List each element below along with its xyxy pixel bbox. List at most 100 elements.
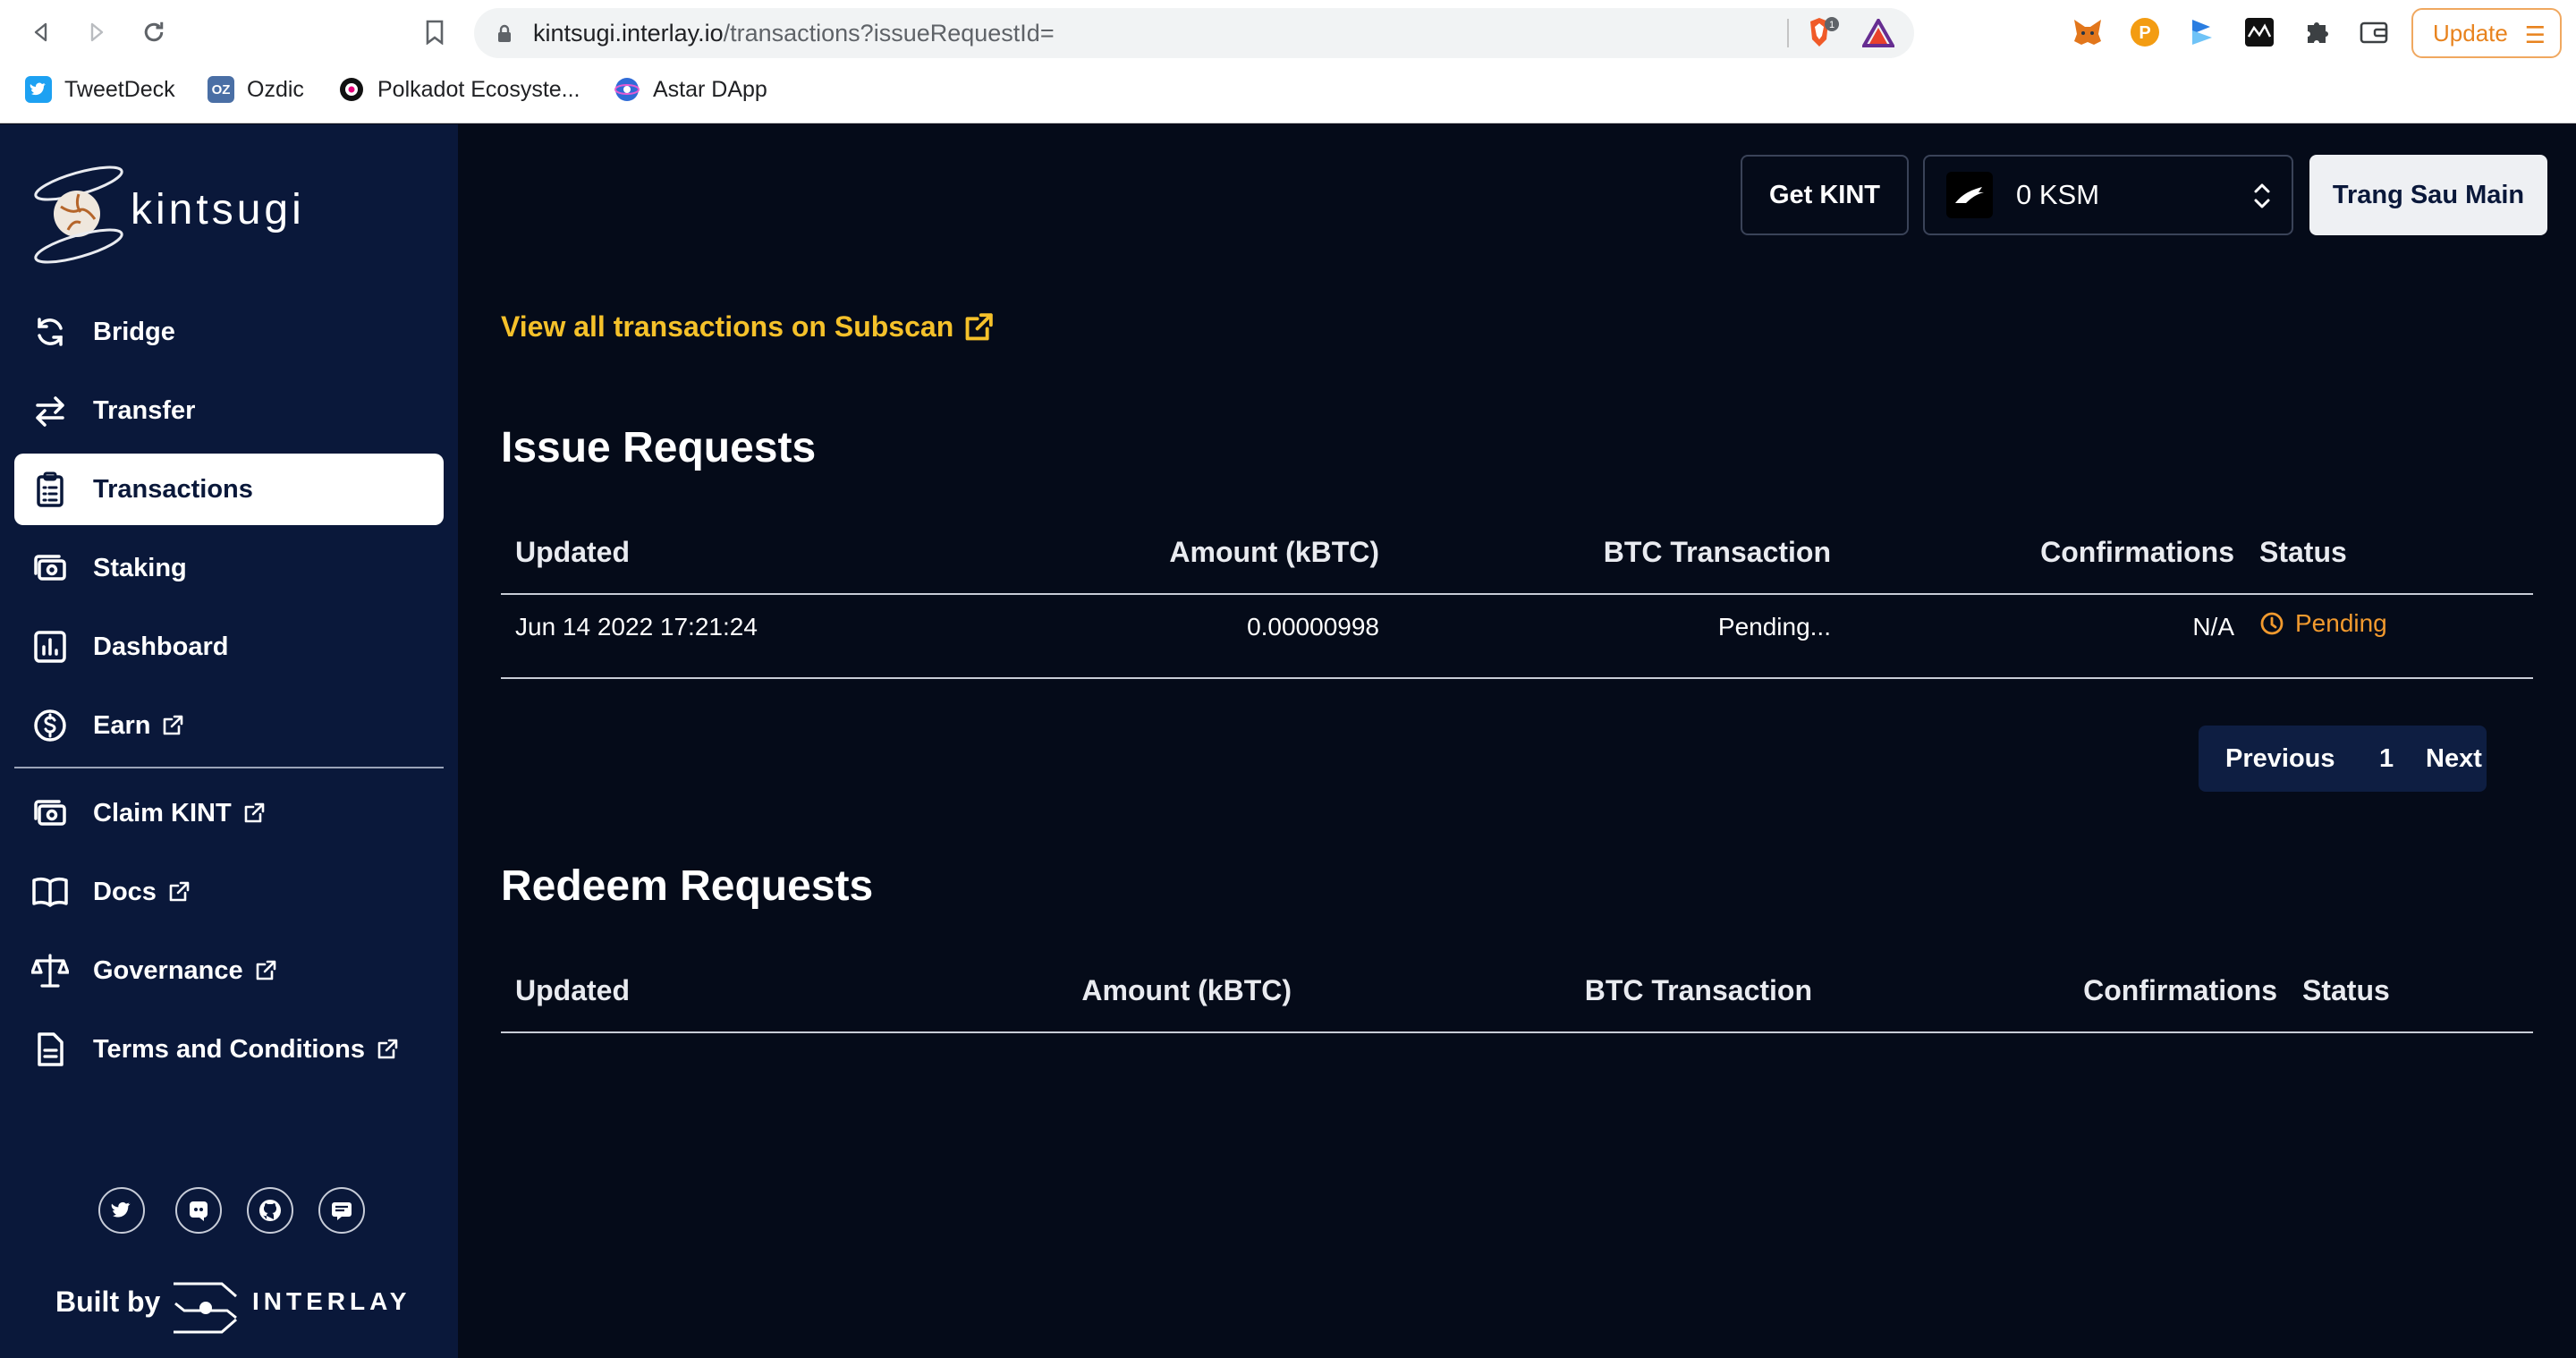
column-header-updated: Updated	[515, 974, 630, 1006]
discord-icon[interactable]	[175, 1187, 222, 1234]
transfer-icon	[30, 391, 70, 430]
chevron-updown-icon	[2252, 180, 2272, 219]
column-header-btc-transaction: BTC Transaction	[1603, 536, 1831, 568]
bookmark-polkadot[interactable]: Polkadot Ecosyste...	[338, 72, 580, 107]
brave-rewards-icon[interactable]	[1860, 16, 1896, 52]
url-host: kintsugi.interlay.io	[533, 20, 724, 47]
table-header-divider	[501, 1031, 2533, 1033]
clipboard-icon	[30, 470, 70, 509]
flag-extension-icon[interactable]	[2184, 14, 2220, 50]
column-header-confirmations: Confirmations	[2083, 974, 2277, 1006]
logo-text: kintsugi	[131, 186, 305, 233]
nav-staking[interactable]: Staking	[14, 532, 444, 604]
nav-divider	[14, 767, 444, 768]
svg-text:P: P	[2139, 23, 2150, 43]
column-header-confirmations: Confirmations	[2040, 536, 2234, 568]
book-icon	[30, 872, 70, 912]
lock-icon	[496, 23, 513, 47]
cell-confirmations: N/A	[2192, 613, 2234, 641]
bookmark-label: Ozdic	[247, 76, 304, 102]
address-bar[interactable]: kintsugi.interlay.io/transactions?issueR…	[474, 8, 1914, 58]
bookmark-label: Polkadot Ecosyste...	[377, 76, 580, 102]
nav-transfer[interactable]: Transfer	[14, 375, 444, 446]
dollar-icon	[30, 706, 70, 745]
browser-chrome: kintsugi.interlay.io/transactions?issueR…	[0, 0, 2576, 123]
nav-label: Claim KINT	[93, 798, 232, 828]
balance-value: 0 KSM	[2016, 179, 2100, 210]
redeem-requests-table: Updated Amount (kBTC) BTC Transaction Co…	[501, 974, 2533, 1082]
ksm-icon	[1946, 172, 1993, 218]
wave-extension-icon[interactable]	[2241, 14, 2277, 50]
metamask-icon[interactable]	[2070, 14, 2106, 50]
built-by-text: Built by	[55, 1286, 161, 1318]
external-link-icon	[242, 802, 266, 825]
status-badge: Pending	[2259, 609, 2387, 638]
puzzle-icon[interactable]	[2299, 14, 2334, 50]
external-link-icon	[254, 959, 277, 982]
subscan-link[interactable]: View all transactions on Subscan	[501, 310, 995, 344]
update-label: Update	[2433, 19, 2508, 47]
update-button[interactable]: Update ☰	[2411, 8, 2562, 58]
nav-label: Transfer	[93, 395, 196, 425]
redeem-requests-title: Redeem Requests	[501, 862, 874, 910]
nav-bridge[interactable]: Bridge	[14, 296, 444, 368]
bookmark-ozdic[interactable]: OZ Ozdic	[208, 72, 304, 107]
kintsugi-logo-icon	[34, 166, 123, 264]
external-link-icon	[965, 312, 994, 340]
external-link-icon	[161, 714, 184, 737]
main-content: Get KINT 0 KSM Trang Sau Main View all t…	[458, 124, 2576, 1358]
interlay-logo-icon[interactable]	[170, 1278, 242, 1337]
claim-icon	[30, 794, 70, 833]
polkadot-ext-icon[interactable]: P	[2127, 14, 2163, 50]
subsocial-icon[interactable]	[318, 1187, 365, 1234]
wallet-icon[interactable]	[2356, 14, 2392, 50]
back-icon[interactable]	[23, 14, 59, 50]
reload-icon[interactable]	[136, 14, 172, 50]
nav-governance[interactable]: Governance	[14, 935, 444, 1006]
column-header-amount: Amount (kBTC)	[1169, 536, 1379, 568]
cell-amount: 0.00000998	[1247, 613, 1379, 641]
nav-label: Transactions	[93, 474, 253, 504]
nav-dashboard[interactable]: Dashboard	[14, 611, 444, 683]
bookmark-tweetdeck[interactable]: TweetDeck	[25, 72, 175, 107]
pagination-next[interactable]: Next	[2426, 744, 2482, 774]
url-separator	[1787, 19, 1789, 47]
bridge-icon	[30, 312, 70, 352]
github-icon[interactable]	[247, 1187, 293, 1234]
twitter-icon[interactable]	[98, 1187, 145, 1234]
bookmark-label: Astar DApp	[653, 76, 767, 102]
bookmarks-bar: TweetDeck OZ Ozdic Polkadot Ecosyste... …	[0, 68, 2576, 113]
interlay-brand-text: INTERLAY	[252, 1287, 411, 1315]
get-kint-button[interactable]: Get KINT	[1741, 155, 1909, 235]
pagination-page[interactable]: 1	[2379, 744, 2394, 774]
table-header-divider	[501, 593, 2533, 595]
nav-label: Earn	[93, 710, 151, 740]
polkadot-icon	[338, 76, 365, 103]
nav-claim-kint[interactable]: Claim KINT	[14, 777, 444, 849]
subscan-link-label: View all transactions on Subscan	[501, 310, 954, 343]
balance-select[interactable]: 0 KSM	[1923, 155, 2293, 235]
nav-terms[interactable]: Terms and Conditions	[14, 1014, 444, 1085]
forward-icon[interactable]	[79, 14, 114, 50]
external-link-icon	[167, 880, 191, 904]
cell-btc-transaction: Pending...	[1717, 613, 1831, 641]
brave-shield-icon[interactable]: 1	[1807, 16, 1839, 55]
nav-docs[interactable]: Docs	[14, 856, 444, 928]
bookmark-label: TweetDeck	[64, 76, 175, 102]
bookmark-astar[interactable]: Astar DApp	[614, 72, 767, 107]
pagination: Previous 1 Next	[2199, 726, 2487, 792]
document-icon	[30, 1030, 70, 1069]
status-text: Pending	[2295, 609, 2387, 637]
menu-icon: ☰	[2524, 21, 2546, 48]
pagination-previous[interactable]: Previous	[2225, 744, 2335, 774]
nav-label: Governance	[93, 955, 243, 985]
nav-earn[interactable]: Earn	[14, 690, 444, 761]
account-button[interactable]: Trang Sau Main	[2309, 155, 2547, 235]
column-header-btc-transaction: BTC Transaction	[1584, 974, 1812, 1006]
bookmark-icon[interactable]	[417, 14, 453, 50]
url-text: kintsugi.interlay.io/transactions?issueR…	[533, 20, 1055, 47]
column-header-amount: Amount (kBTC)	[1081, 974, 1292, 1006]
nav-transactions[interactable]: Transactions	[14, 454, 444, 525]
brave-badge: 1	[1829, 20, 1835, 30]
kintsugi-logo[interactable]: kintsugi	[27, 160, 301, 264]
